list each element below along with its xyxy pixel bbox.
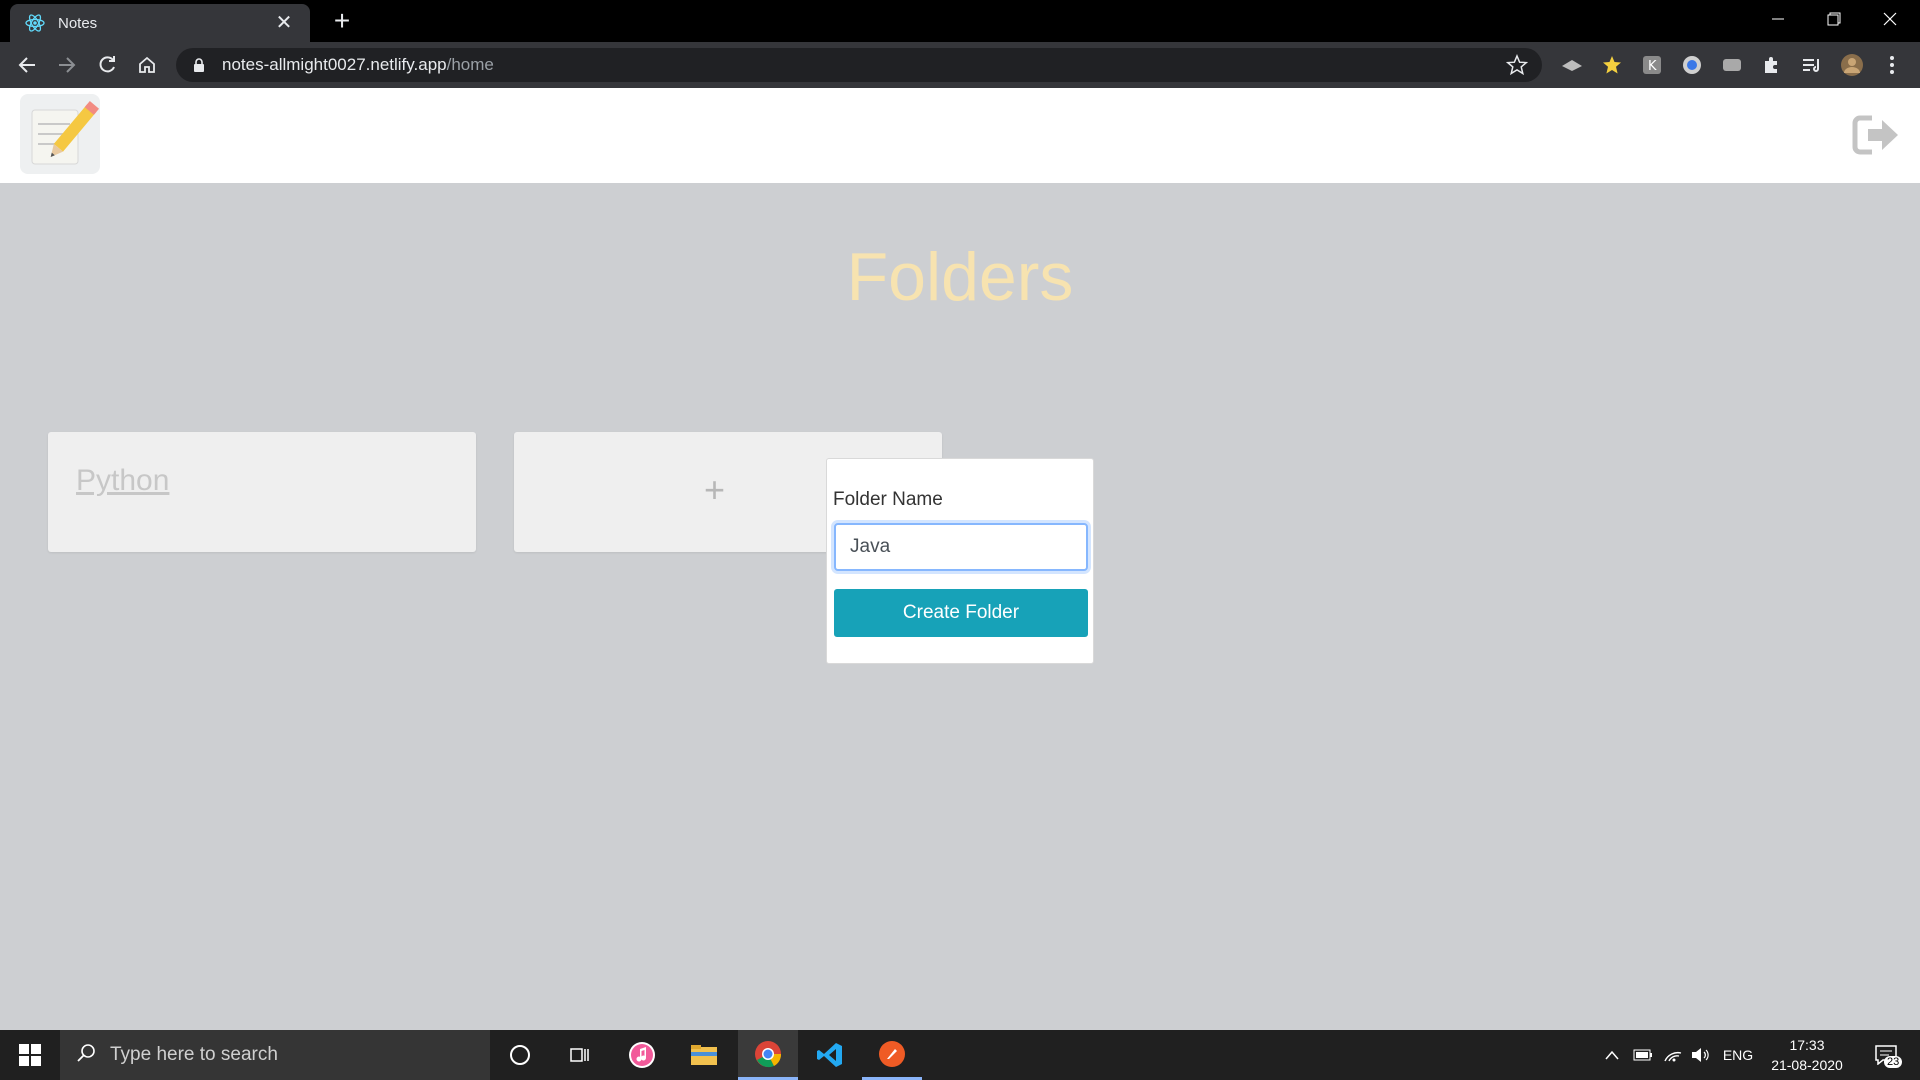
itunes-icon[interactable] [612, 1030, 672, 1080]
page-content: Folders Python + Folder Name Create Fold… [0, 88, 1920, 1030]
browser-toolbar: notes-allmight0027.netlify.app /home K [0, 42, 1920, 88]
extension-cap-icon[interactable] [1560, 53, 1584, 77]
browser-tab-bar: Notes ✕ + [0, 0, 1920, 42]
tab-title: Notes [58, 14, 98, 32]
chrome-icon[interactable] [738, 1030, 798, 1080]
volume-icon[interactable] [1688, 1030, 1714, 1080]
windows-start-icon[interactable] [0, 1030, 60, 1080]
forward-arrow-icon[interactable] [52, 50, 82, 80]
lock-icon [192, 57, 208, 73]
restore-icon[interactable] [1806, 0, 1862, 38]
battery-icon[interactable] [1630, 1030, 1656, 1080]
media-queue-icon[interactable] [1800, 53, 1824, 77]
create-folder-popover: Folder Name Create Folder [826, 458, 1094, 664]
bookmark-star-icon[interactable] [1505, 54, 1529, 81]
plus-icon: + [704, 469, 726, 510]
windows-taskbar: Type here to search ENG 17:33 21-08-2020… [0, 1030, 1920, 1080]
extension-box-icon[interactable] [1720, 53, 1744, 77]
svg-text:K: K [1648, 59, 1657, 74]
create-folder-button[interactable]: Create Folder [834, 589, 1088, 637]
taskbar-clock[interactable]: 17:33 21-08-2020 [1760, 1035, 1854, 1075]
react-atom-icon [24, 12, 46, 34]
language-indicator[interactable]: ENG [1718, 1030, 1758, 1080]
kebab-menu-icon[interactable] [1880, 53, 1904, 77]
wifi-icon[interactable] [1660, 1030, 1686, 1080]
taskbar-search-box[interactable]: Type here to search [60, 1030, 490, 1080]
app-navbar [0, 88, 1920, 183]
search-placeholder: Type here to search [110, 1044, 278, 1065]
tab-close-icon[interactable]: ✕ [272, 13, 296, 33]
folder-link[interactable]: Python [76, 464, 169, 498]
vscode-icon[interactable] [800, 1030, 860, 1080]
minimize-icon[interactable] [1750, 0, 1806, 38]
folder-card-python[interactable]: Python [48, 432, 476, 552]
url-host: notes-allmight0027.netlify.app [222, 55, 447, 74]
notepad-pencil-logo-icon[interactable] [20, 94, 100, 174]
file-explorer-icon[interactable] [674, 1030, 734, 1080]
cortana-icon[interactable] [490, 1030, 550, 1080]
home-icon[interactable] [132, 50, 162, 80]
notification-count-badge: 23 [1884, 1056, 1903, 1068]
page-title: Folders [846, 239, 1074, 315]
sign-out-icon[interactable] [1852, 114, 1900, 156]
folder-name-input[interactable] [834, 523, 1088, 571]
extension-circle-icon[interactable] [1680, 53, 1704, 77]
puzzle-icon[interactable] [1760, 53, 1784, 77]
new-tab-button[interactable]: + [326, 6, 358, 38]
profile-avatar-icon[interactable] [1840, 53, 1864, 77]
reload-icon[interactable] [92, 50, 122, 80]
action-center-icon[interactable] [1866, 1030, 1906, 1080]
browser-tab[interactable]: Notes ✕ [10, 4, 310, 42]
postman-icon[interactable] [862, 1030, 922, 1080]
task-view-icon[interactable] [550, 1030, 610, 1080]
extension-k-icon[interactable]: K [1640, 53, 1664, 77]
folder-name-label: Folder Name [833, 489, 943, 510]
address-bar[interactable]: notes-allmight0027.netlify.app /home [176, 48, 1542, 82]
extension-star-icon[interactable] [1600, 53, 1624, 77]
clock-time: 17:33 [1789, 1037, 1825, 1053]
search-icon [76, 1043, 96, 1068]
back-arrow-icon[interactable] [12, 50, 42, 80]
close-window-icon[interactable] [1862, 0, 1918, 38]
clock-date: 21-08-2020 [1771, 1057, 1843, 1073]
url-path: /home [446, 55, 494, 74]
chevron-up-icon[interactable] [1600, 1030, 1624, 1080]
